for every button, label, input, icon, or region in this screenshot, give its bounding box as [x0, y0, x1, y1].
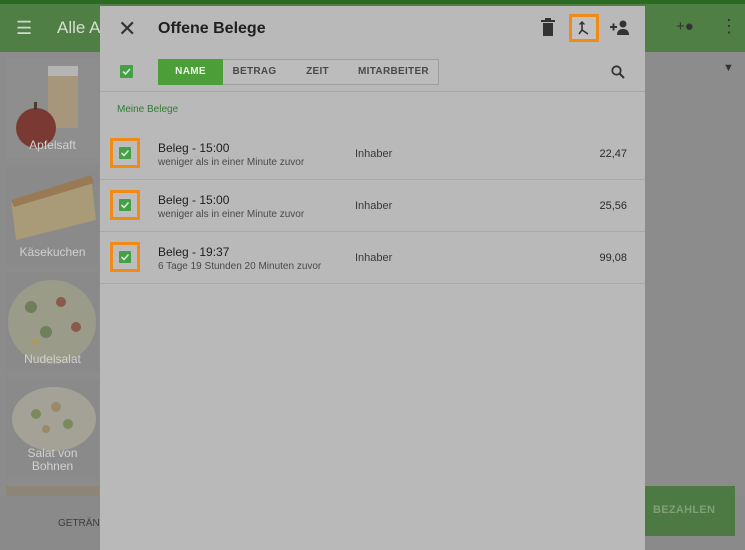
receipt-amount: 25,56 [599, 200, 627, 212]
receipt-checkbox[interactable] [110, 242, 140, 272]
app-title: Alle Ar [57, 18, 107, 37]
person-add-icon[interactable] [610, 20, 630, 41]
tab-name[interactable]: NAME [158, 59, 223, 85]
dropdown-caret-icon: ▼ [723, 62, 734, 74]
tab-mitarbeiter[interactable]: MITARBEITER [349, 59, 439, 85]
search-icon[interactable] [611, 65, 625, 84]
receipt-owner: Inhaber [355, 200, 393, 212]
receipt-checkbox[interactable] [110, 138, 140, 168]
receipt-time-ago: 6 Tage 19 Stunden 20 Minuten zuvor [158, 261, 322, 272]
tile-label: Salat von Bohnen [27, 446, 78, 473]
section-label: Meine Belege [117, 104, 179, 115]
category-filter[interactable]: ▼ [645, 52, 745, 88]
add-customer-icon[interactable]: +● [676, 18, 694, 35]
receipt-title: Beleg - 15:00 [158, 141, 230, 155]
select-all-checkbox[interactable] [120, 65, 133, 78]
checkbox-checked-icon [119, 251, 131, 263]
pay-button[interactable]: BEZAHLEN [645, 486, 735, 536]
tab-betrag[interactable]: BETRAG [223, 59, 287, 85]
receipt-row[interactable]: Beleg - 19:37 6 Tage 19 Stunden 20 Minut… [100, 232, 645, 284]
product-tile-salat-von-bohnen[interactable]: Salat von Bohnen [6, 379, 99, 479]
product-tile-apfelsaft[interactable]: Apfelsaft [6, 58, 99, 158]
dialog-title: Offene Belege [158, 20, 266, 37]
receipt-owner: Inhaber [355, 252, 393, 264]
tile-label: Apfelsaft [29, 138, 76, 152]
receipt-owner: Inhaber [355, 148, 393, 160]
more-vert-icon[interactable]: ⋮ [720, 16, 738, 37]
sort-toolbar: NAME BETRAG ZEIT MITARBEITER [100, 54, 645, 92]
product-tile-kaesekuchen[interactable]: Käsekuchen [6, 165, 99, 265]
receipt-title: Beleg - 15:00 [158, 193, 230, 207]
close-icon[interactable]: ✕ [118, 16, 136, 42]
receipt-amount: 22,47 [599, 148, 627, 160]
receipt-amount: 99,08 [599, 252, 627, 264]
trash-icon[interactable] [541, 18, 555, 41]
product-tile-partial[interactable] [6, 486, 99, 496]
checkbox-checked-icon [119, 199, 131, 211]
receipt-row[interactable]: Beleg - 15:00 weniger als in einer Minut… [100, 180, 645, 232]
receipt-title: Beleg - 19:37 [158, 245, 230, 259]
dialog-header: ✕ Offene Belege [100, 6, 645, 54]
product-image [6, 486, 99, 496]
merge-button[interactable] [569, 14, 599, 42]
checkbox-checked-icon [119, 147, 131, 159]
pay-button-label: BEZAHLEN [653, 504, 716, 516]
merge-icon [578, 21, 589, 35]
tile-label: Nudelsalat [24, 352, 81, 366]
product-tile-nudelsalat[interactable]: Nudelsalat [6, 272, 99, 372]
tile-label: Käsekuchen [19, 245, 86, 259]
hamburger-menu-icon[interactable]: ☰ [16, 17, 34, 39]
tab-zeit[interactable]: ZEIT [286, 59, 350, 85]
receipt-row[interactable]: Beleg - 15:00 weniger als in einer Minut… [100, 128, 645, 180]
receipt-checkbox[interactable] [110, 190, 140, 220]
receipt-time-ago: weniger als in einer Minute zuvor [158, 209, 305, 220]
receipt-time-ago: weniger als in einer Minute zuvor [158, 157, 305, 168]
open-receipts-dialog: ✕ Offene Belege NAME BETRAG ZEIT MITARBE… [100, 6, 645, 550]
